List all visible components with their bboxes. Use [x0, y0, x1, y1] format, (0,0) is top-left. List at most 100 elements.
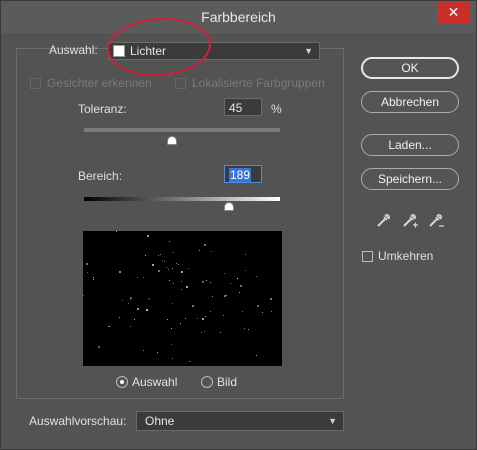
eyedropper-icon[interactable] [375, 211, 393, 229]
preview-speck [98, 346, 101, 349]
preview-speck [168, 240, 170, 242]
range-value: 189 [229, 168, 252, 182]
preview-speck [92, 277, 94, 279]
preview-speck [239, 284, 242, 287]
range-label: Bereich: [78, 169, 123, 183]
preview-speck [203, 244, 206, 247]
eyedropper-minus-icon[interactable] [427, 211, 445, 229]
preview-speck [171, 267, 173, 269]
preview-speck [160, 253, 162, 255]
range-slider-track[interactable] [84, 197, 280, 201]
preview-speck [119, 270, 122, 273]
invert-checkbox[interactable] [362, 251, 373, 262]
preview-speck [180, 289, 182, 291]
preview-speck [270, 310, 272, 312]
preview-speck [168, 280, 170, 282]
preview-speck [170, 344, 172, 346]
preview-speck [204, 315, 206, 317]
preview-speck [165, 266, 167, 268]
localized-clusters-checkbox[interactable] [175, 78, 186, 89]
preview-speck [133, 318, 135, 320]
preview-speck [229, 282, 231, 284]
preview-speck [118, 317, 120, 319]
preview-speck [167, 269, 169, 271]
preview-speck [205, 279, 207, 281]
preview-speck [149, 298, 151, 300]
tolerance-slider-track[interactable] [84, 128, 280, 132]
selection-label: Auswahl: [49, 43, 98, 57]
close-button[interactable]: ✕ [437, 1, 470, 23]
preview-speck [143, 276, 144, 278]
preview-speck [211, 251, 213, 253]
preview-speck [239, 292, 241, 294]
preview-speck [161, 260, 163, 262]
tolerance-value: 45 [229, 101, 243, 115]
preview-speck [204, 330, 206, 332]
color-range-dialog: Farbbereich ✕ Auswahl: Lichter ▼ Gesicht… [0, 0, 477, 450]
preview-speck [180, 281, 182, 283]
dialog-title: Farbbereich [201, 9, 276, 25]
preview-speck [129, 325, 131, 327]
preview-speck [128, 302, 130, 304]
tolerance-input[interactable]: 45 [224, 98, 262, 116]
image-radio[interactable] [201, 376, 213, 388]
preview-speck [173, 251, 175, 253]
preview-speck [189, 360, 191, 362]
preview-speck [248, 329, 250, 331]
selection-preview-image [83, 231, 282, 366]
preview-speck [223, 273, 225, 275]
preview-speck [225, 295, 227, 297]
preview-speck [185, 286, 188, 289]
close-icon: ✕ [447, 4, 460, 20]
selection-preview-value: Ohne [145, 414, 175, 428]
preview-speck [147, 234, 150, 237]
preview-speck [212, 296, 214, 298]
cancel-button[interactable]: Abbrechen [361, 91, 459, 113]
tolerance-label: Toleranz: [78, 102, 127, 116]
preview-speck [262, 312, 264, 314]
preview-speck [136, 277, 138, 279]
chevron-down-icon: ▼ [304, 46, 313, 56]
preview-speck [244, 254, 246, 256]
preview-speck [270, 298, 273, 301]
preview-speck [184, 318, 186, 320]
preview-speck [210, 282, 212, 284]
preview-speck [209, 310, 211, 312]
preview-speck [197, 317, 199, 319]
range-input[interactable]: 189 [224, 165, 262, 183]
preview-speck [109, 325, 111, 327]
selection-preview-dropdown[interactable]: Ohne ▼ [136, 411, 344, 431]
preview-speck [172, 282, 174, 284]
preview-speck [115, 231, 117, 233]
ok-button[interactable]: OK [361, 57, 459, 79]
save-button[interactable]: Speichern... [361, 168, 459, 190]
preview-speck [122, 300, 124, 302]
preview-speck [199, 249, 201, 251]
preview-speck [202, 318, 205, 321]
preview-speck [156, 351, 158, 353]
preview-speck [157, 254, 159, 256]
load-button[interactable]: Laden... [361, 134, 459, 156]
preview-speck [147, 298, 149, 300]
detect-faces-checkbox[interactable] [30, 78, 41, 89]
invert-label: Umkehren [378, 249, 434, 263]
preview-speck [241, 311, 243, 313]
preview-speck [152, 263, 155, 266]
preview-speck [222, 314, 224, 316]
tolerance-unit: % [271, 102, 282, 116]
selection-preview-label: Auswahlvorschau: [29, 414, 127, 428]
preview-speck [177, 263, 179, 265]
preview-speck [180, 323, 182, 325]
eyedropper-plus-icon[interactable] [401, 211, 419, 229]
detect-faces-label: Gesichter erkennen [47, 76, 152, 90]
selection-radio[interactable] [116, 376, 128, 388]
preview-speck [244, 270, 246, 272]
selection-radio-label: Auswahl [132, 375, 178, 389]
preview-speck [171, 303, 173, 305]
preview-speck [191, 305, 194, 308]
preview-speck [201, 281, 204, 284]
title-bar: Farbbereich ✕ [1, 1, 476, 33]
image-radio-label: Bild [217, 375, 238, 389]
preview-speck [142, 349, 144, 351]
localized-clusters-label: Lokalisierte Farbgruppen [192, 76, 325, 90]
